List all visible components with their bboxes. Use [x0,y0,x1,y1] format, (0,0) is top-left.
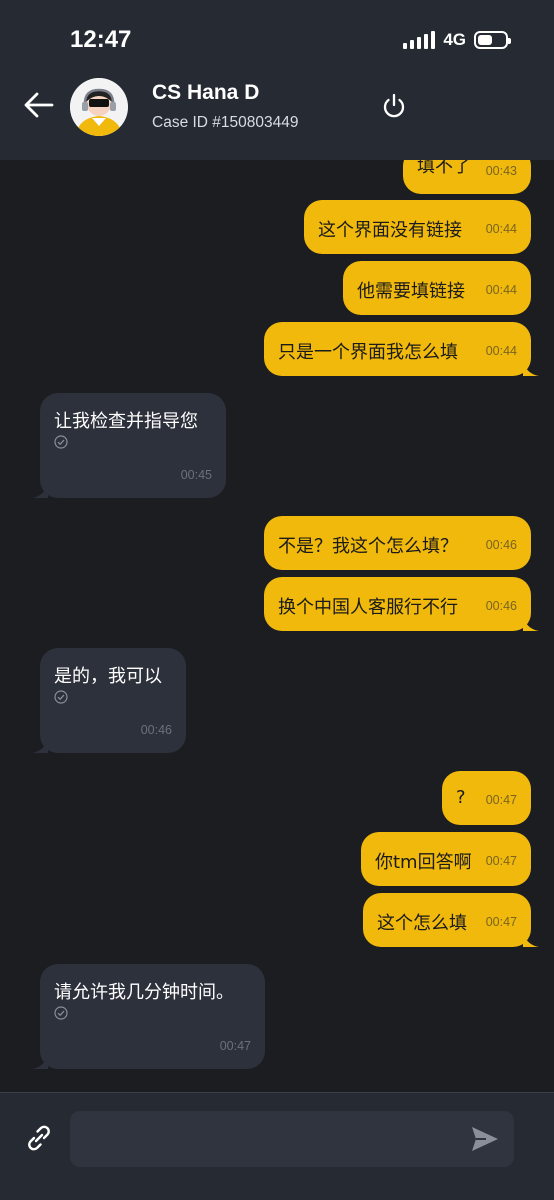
bubble-tail [32,1055,48,1069]
message-text: ? [456,787,466,808]
network-type: 4G [443,30,466,49]
message-text: 这个怎么填 [377,913,467,934]
message-composer [0,1092,554,1200]
sent-check-icon [54,690,68,704]
message-time: 00:44 [485,222,517,236]
outgoing-message[interactable]: 换个中国人客服行不行 00:46 [264,577,539,631]
message-time: 00:43 [485,164,517,178]
status-indicators: 4G [403,28,511,52]
outgoing-message[interactable]: ? 00:47 [442,771,531,825]
message-text: 不是？我这个怎么填？ [278,536,458,557]
message-time: 00:44 [485,283,517,297]
contact-name: CS Hana D [152,81,260,104]
message-input[interactable] [70,1111,514,1167]
status-time: 12:47 [70,26,132,53]
message-text: 他需要填链接 [357,281,465,302]
incoming-message[interactable]: 是的，我可以 00:46 [32,648,186,753]
message-text: 只是一个界面我怎么填 [278,342,458,363]
bubble-tail [523,362,539,376]
message-text: 让我检查并指导您 [54,411,198,432]
message-list[interactable]: 填不了 00:43 这个界面没有链接 00:44 他需要填链接 00:44 只是… [0,160,554,1092]
case-id: Case ID #150803449 [152,114,299,131]
message-text: 这个界面没有链接 [318,220,462,241]
outgoing-message[interactable]: 填不了 00:43 [403,160,531,194]
message-text: 填不了 [417,160,471,177]
message-time: 00:46 [140,723,172,737]
message-time: 00:46 [485,538,517,552]
signal-icon [403,31,436,49]
chat-header: 12:47 4G CS Hana D Case ID #150803449 [0,0,554,160]
message-text: 请允许我几分钟时间。 [54,982,234,1003]
sent-check-icon [54,1006,68,1020]
message-time: 00:47 [485,915,517,929]
sent-check-icon [54,435,68,449]
message-time: 00:46 [485,599,517,613]
outgoing-message[interactable]: 只是一个界面我怎么填 00:44 [264,322,539,376]
message-time: 00:47 [485,854,517,868]
outgoing-message[interactable]: 不是？我这个怎么填？ 00:46 [264,516,531,570]
message-text: 是的，我可以 [54,666,162,687]
outgoing-message[interactable]: 他需要填链接 00:44 [343,261,531,315]
outgoing-message[interactable]: 你tm回答啊 00:47 [361,832,531,886]
back-arrow-icon[interactable] [22,88,56,122]
send-icon[interactable] [470,1125,500,1153]
agent-avatar[interactable] [70,78,128,136]
bubble-tail [523,617,539,631]
message-time: 00:47 [219,1039,251,1053]
bubble-tail [32,484,48,498]
agent-avatar-illustration [70,78,128,136]
message-text: 你tm回答啊 [375,852,472,873]
bubble-tail [32,739,48,753]
message-time: 00:47 [485,793,517,807]
incoming-message[interactable]: 让我检查并指导您 00:45 [32,393,226,498]
outgoing-message[interactable]: 这个怎么填 00:47 [363,893,539,947]
attach-link-icon[interactable] [22,1121,56,1155]
power-icon[interactable] [380,92,408,120]
outgoing-message[interactable]: 这个界面没有链接 00:44 [304,200,531,254]
message-time: 00:44 [485,344,517,358]
bubble-tail [523,933,539,947]
battery-icon [474,31,511,49]
message-text: 换个中国人客服行不行 [278,597,458,618]
incoming-message[interactable]: 请允许我几分钟时间。 00:47 [32,964,265,1069]
message-time: 00:45 [180,468,212,482]
